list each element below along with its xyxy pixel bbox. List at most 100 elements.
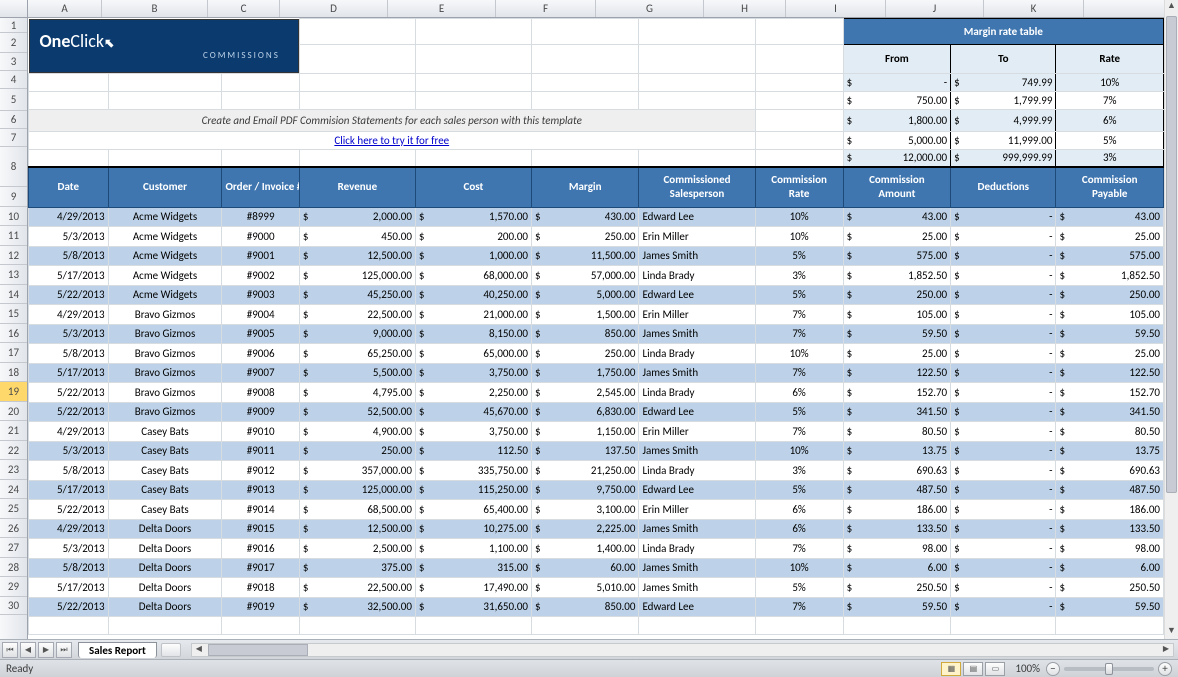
cell-date[interactable]: 4/29/2013 <box>29 422 109 442</box>
cell-deductions[interactable]: $- <box>951 363 1056 383</box>
cell-amount[interactable]: $43.00 <box>843 207 950 227</box>
data-header[interactable]: Date <box>29 167 109 207</box>
cell-deductions[interactable]: $- <box>951 344 1056 364</box>
cell-rate[interactable]: 7% <box>755 305 843 325</box>
row-header-4[interactable]: 4 <box>0 71 27 89</box>
cell-cost[interactable]: $68,000.00 <box>415 266 531 286</box>
margin-rate[interactable]: 5% <box>1056 131 1164 149</box>
cell-rate[interactable]: 10% <box>755 207 843 227</box>
cell-deductions[interactable]: $- <box>951 305 1056 325</box>
row-header-10[interactable]: 10 <box>0 207 27 227</box>
cell-deductions[interactable]: $- <box>951 246 1056 266</box>
cell-revenue[interactable]: $250.00 <box>299 441 415 461</box>
cell-margin[interactable]: $2,225.00 <box>531 519 638 539</box>
cell-cost[interactable]: $1,100.00 <box>415 539 531 559</box>
data-header[interactable]: CommissionPayable <box>1056 167 1164 207</box>
cell-revenue[interactable]: $2,500.00 <box>299 539 415 559</box>
cell[interactable] <box>29 149 109 167</box>
cell[interactable] <box>299 91 415 109</box>
cell[interactable] <box>299 19 415 45</box>
cell-customer[interactable]: Casey Bats <box>108 441 222 461</box>
cell-cost[interactable]: $8,150.00 <box>415 324 531 344</box>
cell-margin[interactable]: $2,545.00 <box>531 383 638 403</box>
cell-customer[interactable]: Acme Widgets <box>108 207 222 227</box>
cell-date[interactable]: 4/29/2013 <box>29 305 109 325</box>
cell-payable[interactable]: $59.50 <box>1056 597 1164 617</box>
cell-margin[interactable]: $1,750.00 <box>531 363 638 383</box>
cell-deductions[interactable]: $- <box>951 422 1056 442</box>
cell-amount[interactable]: $487.50 <box>843 480 950 500</box>
cell-cost[interactable]: $1,570.00 <box>415 207 531 227</box>
cell-margin[interactable]: $57,000.00 <box>531 266 638 286</box>
cell-payable[interactable]: $186.00 <box>1056 500 1164 520</box>
cell-amount[interactable]: $133.50 <box>843 519 950 539</box>
cell-payable[interactable]: $133.50 <box>1056 519 1164 539</box>
cell-amount[interactable]: $105.00 <box>843 305 950 325</box>
column-header-I[interactable]: I <box>786 0 886 17</box>
cell-deductions[interactable]: $- <box>951 383 1056 403</box>
cell-date[interactable]: 4/29/2013 <box>29 207 109 227</box>
cell-revenue[interactable]: $375.00 <box>299 558 415 578</box>
cell-margin[interactable]: $5,000.00 <box>531 285 638 305</box>
cell-cost[interactable]: $315.00 <box>415 558 531 578</box>
cell-invoice[interactable]: #9004 <box>222 305 299 325</box>
try-free-link[interactable]: Click here to try it for free <box>29 131 756 149</box>
cell-salesperson[interactable]: Erin Miller <box>639 227 755 247</box>
cell-cost[interactable]: $3,750.00 <box>415 422 531 442</box>
cell-invoice[interactable]: #9001 <box>222 246 299 266</box>
cell-revenue[interactable]: $22,500.00 <box>299 578 415 598</box>
column-header-G[interactable]: G <box>596 0 704 17</box>
cell[interactable] <box>222 149 299 167</box>
cell-invoice[interactable]: #8999 <box>222 207 299 227</box>
cell-date[interactable]: 5/8/2013 <box>29 246 109 266</box>
cell-revenue[interactable]: $22,500.00 <box>299 305 415 325</box>
cell-rate[interactable]: 6% <box>755 500 843 520</box>
cell[interactable] <box>639 44 755 73</box>
tab-next-icon[interactable]: ▶ <box>38 642 54 658</box>
cell-rate[interactable]: 3% <box>755 461 843 481</box>
data-header[interactable]: Deductions <box>951 167 1056 207</box>
row-header-27[interactable]: 27 <box>0 538 27 558</box>
cell-amount[interactable]: $250.00 <box>843 285 950 305</box>
column-header-F[interactable]: F <box>496 0 596 17</box>
cell[interactable] <box>108 73 222 91</box>
margin-table-title[interactable]: Margin rate table <box>843 19 1163 45</box>
column-header-B[interactable]: B <box>102 0 208 17</box>
cell-invoice[interactable]: #9011 <box>222 441 299 461</box>
zoom-in-icon[interactable]: + <box>1158 662 1172 676</box>
cell[interactable] <box>639 19 755 45</box>
cell-amount[interactable]: $25.00 <box>843 344 950 364</box>
cell-invoice[interactable]: #9008 <box>222 383 299 403</box>
cell-payable[interactable]: $690.63 <box>1056 461 1164 481</box>
cell-cost[interactable]: $21,000.00 <box>415 305 531 325</box>
cell-payable[interactable]: $122.50 <box>1056 363 1164 383</box>
cell-invoice[interactable]: #9019 <box>222 597 299 617</box>
cell-payable[interactable]: $59.50 <box>1056 324 1164 344</box>
cell-amount[interactable]: $575.00 <box>843 246 950 266</box>
cell-payable[interactable]: $341.50 <box>1056 402 1164 422</box>
cell-salesperson[interactable]: Edward Lee <box>639 402 755 422</box>
margin-from[interactable]: $5,000.00 <box>843 131 950 149</box>
cell-date[interactable]: 5/8/2013 <box>29 558 109 578</box>
cell-date[interactable]: 5/3/2013 <box>29 324 109 344</box>
cell-cost[interactable]: $17,490.00 <box>415 578 531 598</box>
cell[interactable] <box>1056 617 1164 635</box>
cell-customer[interactable]: Delta Doors <box>108 578 222 598</box>
cell-cost[interactable]: $112.50 <box>415 441 531 461</box>
cell[interactable] <box>415 149 531 167</box>
tab-prev-icon[interactable]: ◀ <box>20 642 36 658</box>
margin-header-rate[interactable]: Rate <box>1056 44 1164 73</box>
margin-from[interactable]: $- <box>843 73 950 91</box>
cell-customer[interactable]: Acme Widgets <box>108 285 222 305</box>
vertical-scroll-thumb[interactable] <box>1166 16 1177 493</box>
margin-to[interactable]: $11,999.00 <box>951 131 1056 149</box>
column-header-J[interactable]: J <box>886 0 984 17</box>
cell-rate[interactable]: 5% <box>755 246 843 266</box>
row-header-2[interactable]: 2 <box>0 33 27 53</box>
cell[interactable] <box>531 91 638 109</box>
cell-margin[interactable]: $6,830.00 <box>531 402 638 422</box>
cell[interactable] <box>29 617 109 635</box>
cell[interactable] <box>639 91 755 109</box>
cell-invoice[interactable]: #9016 <box>222 539 299 559</box>
cell[interactable] <box>755 617 843 635</box>
